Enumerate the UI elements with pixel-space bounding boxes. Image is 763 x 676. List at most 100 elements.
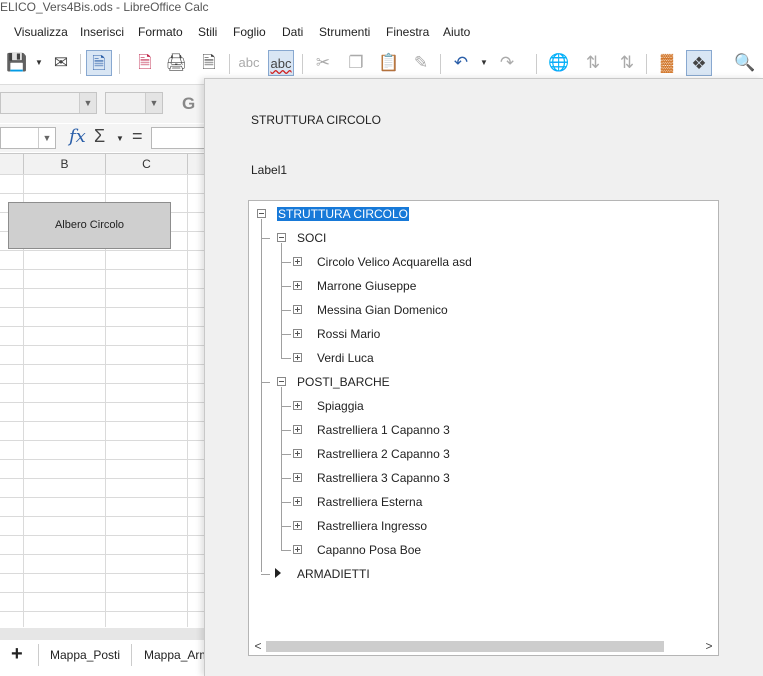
tree-node-item[interactable]: Rastrelliera 2 Capanno 3	[317, 445, 450, 463]
window-title: ELICO_Vers4Bis.ods - LibreOffice Calc	[0, 0, 209, 14]
formula-bar: ▼ fx Σ ▼ =	[0, 124, 211, 152]
albero-circolo-button[interactable]: Albero Circolo	[8, 202, 171, 249]
tree-node-label: ARMADIETTI	[297, 567, 370, 581]
chart-icon[interactable]: ▓	[654, 50, 680, 76]
expand-icon[interactable]	[293, 449, 302, 458]
scrollbar-thumb[interactable]	[266, 641, 664, 652]
tree-node-item[interactable]: Verdi Luca	[317, 349, 374, 367]
struttura-circolo-dialog: STRUTTURA CIRCOLO Label1 STRUTTURA CIRCO…	[204, 78, 763, 676]
toolbar-separator	[536, 54, 537, 74]
menu-foglio[interactable]: Foglio	[233, 25, 266, 39]
print-preview-icon[interactable]: 🗎	[196, 50, 222, 76]
export-pdf-icon[interactable]: 🗎	[132, 50, 158, 76]
save-icon[interactable]: 💾	[4, 50, 30, 76]
tree-node-item[interactable]: Rastrelliera 1 Capanno 3	[317, 421, 450, 439]
save-dropdown-icon[interactable]: ▼	[35, 58, 43, 67]
tree-node-item[interactable]: Rastrelliera Ingresso	[317, 517, 427, 535]
print-icon[interactable]: 🖨	[163, 50, 189, 76]
redo-icon[interactable]: ↷	[494, 50, 520, 76]
tree-node-posti-barche[interactable]: POSTI_BARCHE	[297, 373, 390, 391]
sum-dropdown-icon[interactable]: ▼	[116, 134, 124, 143]
tree-line	[261, 574, 270, 575]
expand-icon[interactable]	[293, 545, 302, 554]
hyperlink-icon[interactable]: 🌐	[546, 50, 572, 76]
tree-node-label: Rastrelliera Ingresso	[317, 519, 428, 533]
menu-strumenti[interactable]: Strumenti	[319, 25, 370, 39]
tree-line	[281, 502, 291, 503]
sort-ascending-icon[interactable]: ⇅	[580, 50, 606, 76]
tree-node-soci[interactable]: SOCI	[297, 229, 326, 247]
tree-node-item[interactable]: Rastrelliera 3 Capanno 3	[317, 469, 450, 487]
tree-line	[281, 334, 291, 335]
font-size-combo[interactable]: ▼	[105, 92, 163, 114]
clone-format-icon[interactable]: ✎	[408, 50, 434, 76]
undo-icon[interactable]: ↶	[448, 50, 474, 76]
menu-inserisci[interactable]: Inserisci	[80, 25, 124, 39]
bold-icon[interactable]: G	[182, 94, 195, 114]
expand-arrow-icon[interactable]	[275, 568, 281, 578]
sum-icon[interactable]: Σ	[94, 126, 105, 147]
scroll-right-icon[interactable]: >	[702, 639, 716, 653]
tree-node-armadietti[interactable]: ARMADIETTI	[297, 565, 370, 583]
function-wizard-icon[interactable]: fx	[69, 126, 86, 147]
email-icon[interactable]: ✉	[48, 50, 74, 76]
spellcheck-icon[interactable]: abc	[236, 50, 262, 76]
expand-icon[interactable]	[293, 281, 302, 290]
tree-horizontal-scrollbar[interactable]: < >	[249, 637, 718, 655]
sheet-tab-mappa-arm[interactable]: Mappa_Arm	[144, 648, 209, 662]
collapse-icon[interactable]	[277, 233, 286, 242]
font-name-combo[interactable]: ▼	[0, 92, 97, 114]
find-icon[interactable]: 🔍	[732, 50, 758, 76]
tree-node-item[interactable]: Rastrelliera Esterna	[317, 493, 422, 511]
autospellcheck-icon[interactable]: abc	[268, 50, 294, 76]
menu-dati[interactable]: Dati	[282, 25, 303, 39]
menu-visualizza[interactable]: Visualizza	[14, 25, 68, 39]
collapse-icon[interactable]	[257, 209, 266, 218]
sheet-horizontal-scrollbar[interactable]	[0, 628, 210, 640]
sheet-tab-mappa-posti[interactable]: Mappa_Posti	[50, 648, 120, 662]
tree-root-node[interactable]: STRUTTURA CIRCOLO	[277, 205, 410, 223]
scroll-left-icon[interactable]: <	[251, 639, 265, 653]
toolbar-separator	[440, 54, 441, 74]
tree-node-item[interactable]: Spiaggia	[317, 397, 364, 415]
tree-line	[281, 243, 282, 358]
chevron-down-icon[interactable]: ▼	[79, 93, 96, 113]
menu-aiuto[interactable]: Aiuto	[443, 25, 470, 39]
undo-dropdown-icon[interactable]: ▼	[480, 58, 488, 67]
expand-icon[interactable]	[293, 473, 302, 482]
expand-icon[interactable]	[293, 497, 302, 506]
sort-descending-icon[interactable]: ⇅	[614, 50, 640, 76]
expand-icon[interactable]	[293, 353, 302, 362]
tree-node-item[interactable]: Rossi Mario	[317, 325, 380, 343]
navigator-icon[interactable]: ❖	[686, 50, 712, 76]
tree-node-item[interactable]: Circolo Velico Acquarella asd	[317, 253, 472, 271]
name-box[interactable]: ▼	[0, 127, 56, 149]
expand-icon[interactable]	[293, 257, 302, 266]
chevron-down-icon[interactable]: ▼	[145, 93, 162, 113]
add-sheet-button[interactable]: +	[11, 643, 23, 666]
tree-node-item[interactable]: Messina Gian Domenico	[317, 301, 448, 319]
menu-formato[interactable]: Formato	[138, 25, 183, 39]
edit-mode-icon[interactable]: 🗎	[86, 50, 112, 76]
tree-view[interactable]: STRUTTURA CIRCOLO SOCI Circolo Velico Ac…	[248, 200, 719, 656]
cut-icon[interactable]: ✂	[310, 50, 336, 76]
paste-icon[interactable]: 📋	[376, 50, 402, 76]
formula-input[interactable]	[151, 127, 211, 149]
menu-stili[interactable]: Stili	[198, 25, 217, 39]
expand-icon[interactable]	[293, 401, 302, 410]
expand-icon[interactable]	[293, 305, 302, 314]
expand-icon[interactable]	[293, 425, 302, 434]
formula-icon[interactable]: =	[132, 126, 143, 147]
tree-node-item[interactable]: Capanno Posa Boe	[317, 541, 421, 559]
expand-icon[interactable]	[293, 521, 302, 530]
copy-icon[interactable]: ❐	[343, 50, 369, 76]
column-header-b[interactable]: B	[24, 154, 106, 174]
column-header-a[interactable]	[0, 154, 24, 174]
collapse-icon[interactable]	[277, 377, 286, 386]
tree-node-item[interactable]: Marrone Giuseppe	[317, 277, 416, 295]
tree-node-label: Verdi Luca	[317, 351, 374, 365]
column-header-c[interactable]: C	[106, 154, 188, 174]
menu-finestra[interactable]: Finestra	[386, 25, 429, 39]
chevron-down-icon[interactable]: ▼	[38, 128, 55, 148]
expand-icon[interactable]	[293, 329, 302, 338]
